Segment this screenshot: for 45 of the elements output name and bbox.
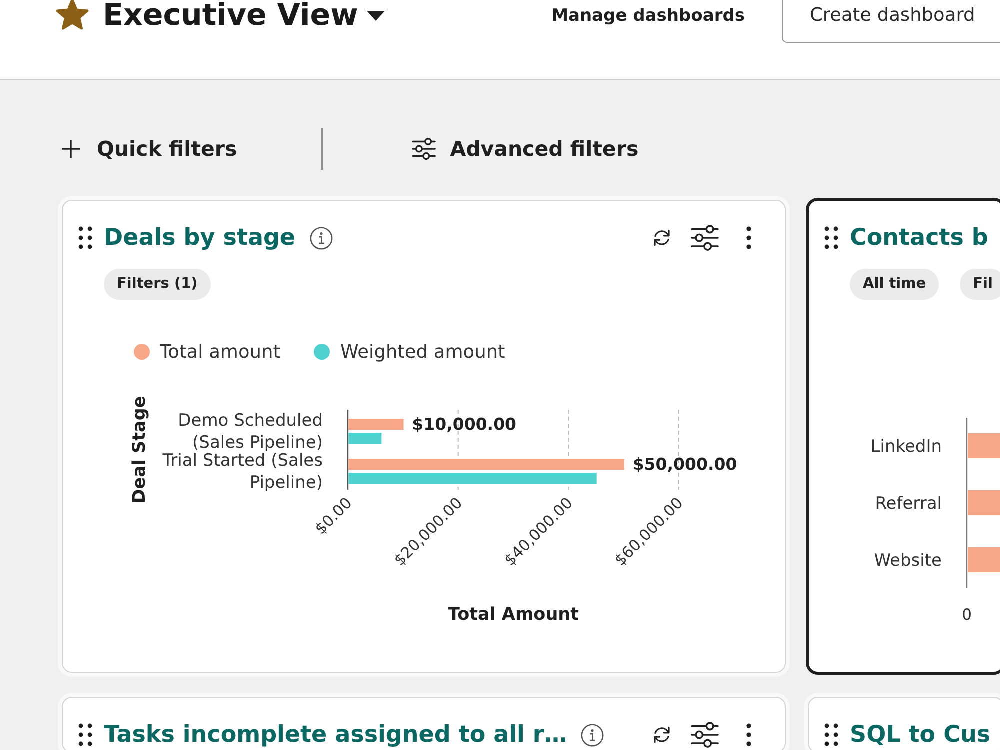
sliders-icon [412,138,436,160]
more-options-icon[interactable] [746,723,752,747]
report-title[interactable]: Contacts b [850,223,988,253]
create-dashboard-button[interactable]: Create dashboard [782,0,1000,43]
chart-bar [968,434,1000,458]
chart-bar [348,433,382,444]
report-title[interactable]: Deals by stage [104,223,296,253]
axis-tick-label: 0 [962,606,972,624]
data-value-label: $10,000.00 [412,415,517,434]
refresh-icon[interactable] [652,725,672,745]
report-title[interactable]: Tasks incomplete assigned to all r… [104,720,568,750]
sliders-icon[interactable] [691,722,719,748]
caret-icon[interactable] [367,11,386,21]
sliders-icon[interactable] [691,225,719,251]
legend-label: Weighted amount [340,342,506,362]
info-icon[interactable] [310,226,333,250]
manage-dashboards-link[interactable]: Manage dashboards [552,5,745,27]
chart-bar [348,419,404,430]
drag-handle-icon[interactable] [78,723,93,747]
more-options-icon[interactable] [746,226,752,250]
filter-chip[interactable]: Filters (1) [104,269,211,300]
refresh-icon[interactable] [652,228,672,248]
dashboard-title[interactable]: Executive View [103,0,358,32]
filter-chip[interactable]: Fil [960,269,1000,300]
chart-bar [968,490,1000,516]
chart-bar [968,548,1000,572]
category-label: Referral [875,494,942,514]
quick-filters-button[interactable]: Quick filters [62,128,238,170]
drag-handle-icon[interactable] [824,723,839,747]
axis-title: Deal Stage [130,396,150,504]
report-title[interactable]: SQL to Cus [850,720,991,750]
category-label: Website [874,551,942,571]
filter-chip[interactable]: All time [850,269,940,300]
drag-handle-icon[interactable] [78,226,93,250]
plus-icon [62,140,80,158]
legend-label: Total amount [160,342,280,362]
star-icon[interactable] [55,0,90,32]
drag-handle-icon[interactable] [824,226,839,250]
category-label: LinkedIn [870,437,942,457]
advanced-filters-button[interactable]: Advanced filters [412,128,639,170]
data-value-label: $50,000.00 [632,455,738,474]
category-label: Trial Started (Sales Pipeline) [162,451,323,493]
axis-title: Total Amount [448,605,579,625]
category-label: Demo Scheduled (Sales Pipeline) [178,411,323,453]
info-icon[interactable] [581,724,604,746]
